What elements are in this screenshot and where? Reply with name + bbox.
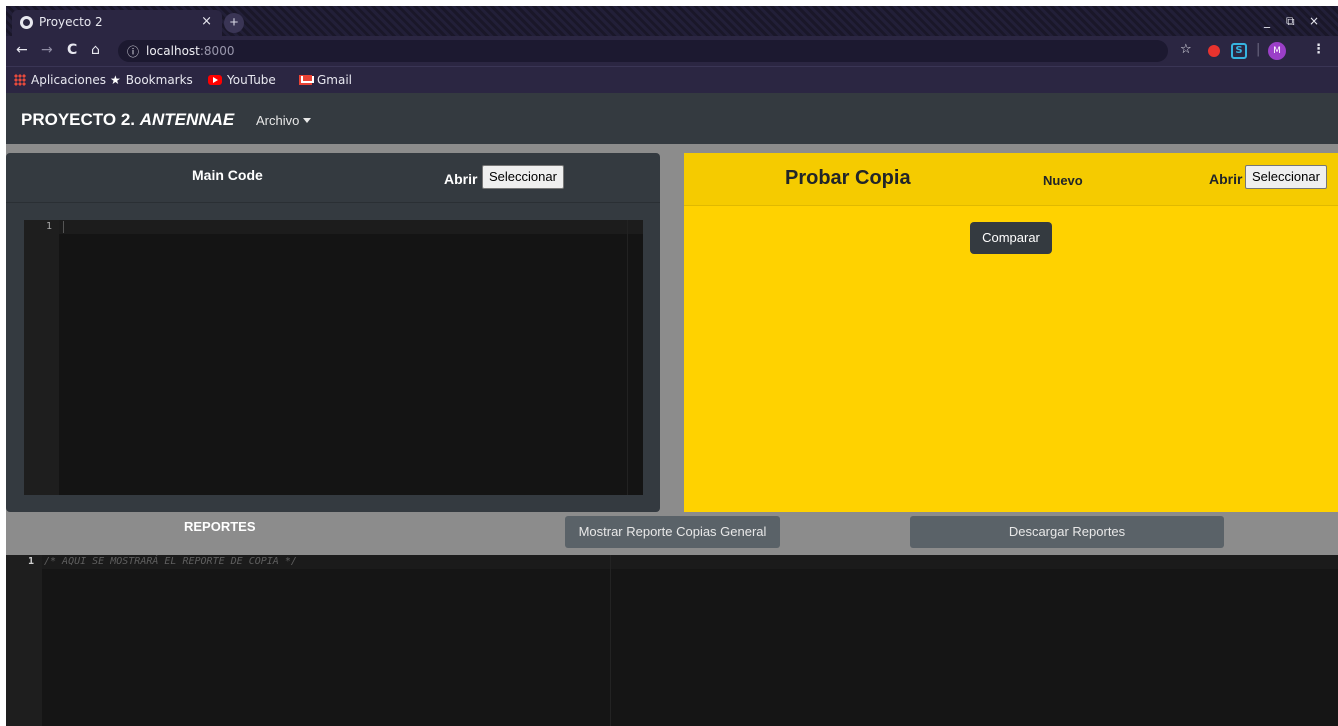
comparar-button[interactable]: Comparar [970, 222, 1052, 254]
report-placeholder-code: /* AQUI SE MOSTRARÁ EL REPORTE DE COPIA … [44, 556, 297, 567]
browser-window: Proyecto 2 × + _ ⧉ × ← → C ⌂ ⓘ localhost… [6, 6, 1338, 726]
bookmark-gmail[interactable]: Gmail [299, 73, 352, 87]
app-page: PROYECTO 2. ANTENNAE Archivo Main Code A… [6, 93, 1338, 726]
minimize-icon[interactable]: _ [1264, 14, 1270, 28]
bookmarks-bar: Aplicaciones ★ Bookmarks YouTube Gmail [6, 66, 1338, 93]
new-tab-button[interactable]: + [224, 13, 244, 33]
reportes-bar: REPORTES Mostrar Reporte Copias General … [6, 512, 1338, 555]
abrir-label: Abrir [444, 171, 478, 187]
probar-copia-title: Probar Copia [785, 167, 911, 189]
line-number: 1 [27, 556, 34, 567]
app-navbar: PROYECTO 2. ANTENNAE Archivo [6, 93, 1338, 144]
reload-icon[interactable]: C [67, 42, 77, 58]
main-code-header: Main Code Abrir Seleccionar [6, 153, 660, 203]
bookmark-youtube[interactable]: YouTube [208, 73, 276, 87]
bookmark-star-icon[interactable]: ☆ [1180, 42, 1192, 57]
close-window-icon[interactable]: × [1309, 14, 1319, 28]
bookmark-label: Gmail [317, 73, 353, 87]
close-tab-icon[interactable]: × [201, 14, 212, 29]
file-select-button[interactable]: Seleccionar [482, 165, 564, 189]
url-text: localhost:8000 [146, 44, 234, 58]
url-port: :8000 [199, 44, 235, 58]
profile-avatar[interactable]: M [1268, 42, 1286, 60]
kebab-menu-icon[interactable]: ⋮ [1312, 42, 1325, 57]
descargar-reportes-button[interactable]: Descargar Reportes [910, 516, 1224, 548]
restore-icon[interactable]: ⧉ [1286, 14, 1295, 29]
forward-arrow-icon[interactable]: → [41, 42, 53, 58]
apps-grid-icon [14, 74, 26, 86]
url-host: localhost [146, 44, 200, 58]
nuevo-link[interactable]: Nuevo [1043, 173, 1083, 188]
browser-tab[interactable]: Proyecto 2 × [12, 10, 222, 36]
home-icon[interactable]: ⌂ [91, 42, 100, 58]
probar-copia-header: Probar Copia Nuevo Abrir Seleccionar [684, 153, 1338, 206]
line-gutter [24, 220, 59, 495]
brand-title[interactable]: PROYECTO 2. ANTENNAE [21, 110, 234, 130]
bookmark-aplicaciones[interactable]: Aplicaciones [14, 73, 106, 87]
probar-copia-card: Probar Copia Nuevo Abrir Seleccionar Com… [684, 153, 1338, 512]
report-editor[interactable]: 1 /* AQUI SE MOSTRARÁ EL REPORTE DE COPI… [6, 555, 1338, 726]
s-extension-icon[interactable]: S [1231, 43, 1247, 59]
archivo-label: Archivo [256, 113, 300, 128]
brand-italic: ANTENNAE [139, 110, 235, 129]
text-cursor [63, 221, 64, 233]
line-gutter [6, 555, 42, 726]
mostrar-reporte-button[interactable]: Mostrar Reporte Copias General [565, 516, 780, 548]
url-input[interactable]: ⓘ localhost:8000 [118, 40, 1168, 62]
star-icon: ★ [110, 73, 121, 87]
toolbar-divider: | [1256, 42, 1261, 57]
youtube-icon [208, 75, 222, 85]
caret-down-icon [303, 118, 312, 123]
brand-prefix: PROYECTO 2. [21, 110, 135, 129]
gmail-icon [299, 75, 312, 85]
main-code-title: Main Code [192, 167, 263, 183]
address-bar-row: ← → C ⌂ ⓘ localhost:8000 ☆ S | M ⋮ [6, 36, 1338, 66]
main-code-editor[interactable]: 1 [24, 220, 643, 495]
line-number: 1 [45, 221, 52, 232]
active-line [59, 220, 643, 234]
info-icon[interactable]: ⓘ [127, 43, 139, 60]
file-select-button[interactable]: Seleccionar [1245, 165, 1327, 189]
print-margin [610, 555, 611, 726]
archivo-dropdown[interactable]: Archivo [256, 113, 312, 128]
bookmark-label: Aplicaciones [31, 73, 106, 87]
tab-bar: Proyecto 2 × + _ ⧉ × [6, 6, 1338, 36]
reportes-title: REPORTES [184, 519, 256, 534]
bookmark-label: Bookmarks [125, 73, 193, 87]
print-margin [627, 220, 628, 495]
bookmark-bookmarks[interactable]: ★ Bookmarks [110, 73, 193, 87]
abrir-label: Abrir [1209, 171, 1243, 187]
bookmark-label: YouTube [227, 73, 276, 87]
globe-icon [20, 16, 33, 29]
opera-extension-icon[interactable] [1208, 45, 1220, 57]
back-arrow-icon[interactable]: ← [16, 42, 28, 58]
tab-title: Proyecto 2 [39, 15, 103, 29]
